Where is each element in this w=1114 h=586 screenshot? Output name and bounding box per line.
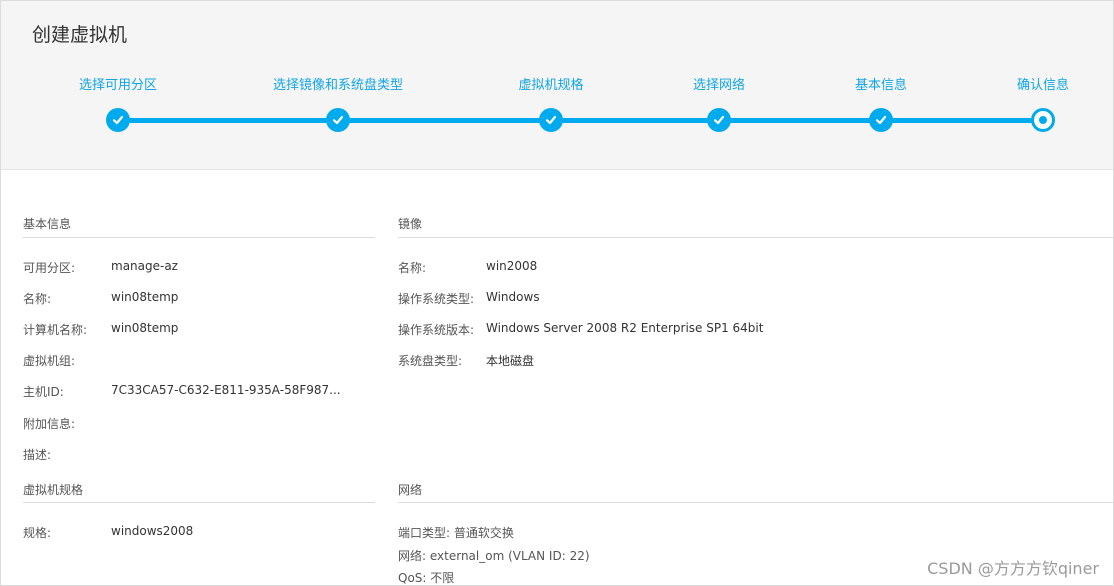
network-qos: QoS: 不限: [398, 571, 455, 585]
network-name: 网络: external_om (VLAN ID: 22): [398, 549, 590, 563]
step-label-az[interactable]: 选择可用分区: [79, 74, 157, 93]
field-value-az: manage-az: [111, 259, 178, 273]
field-label-disk-type: 系统盘类型:: [398, 354, 463, 368]
step-done-check-icon[interactable]: [539, 108, 563, 132]
watermark: CSDN @方方方钦qiner: [927, 559, 1099, 578]
section-heading-network: 网络: [398, 483, 423, 497]
field-label-az: 可用分区:: [23, 261, 76, 275]
field-label-description: 描述:: [23, 448, 52, 462]
section-heading-image: 镜像: [398, 217, 423, 231]
field-value-image-name: win2008: [486, 259, 538, 273]
field-label-name: 名称:: [23, 292, 52, 306]
step-label-confirm: 确认信息: [1016, 78, 1070, 93]
step-current-dot-icon: [1031, 108, 1055, 132]
step-done-check-icon[interactable]: [869, 108, 893, 132]
section-divider: [23, 237, 375, 238]
field-label-computer-name: 计算机名称:: [23, 323, 88, 337]
section-divider: [23, 502, 375, 503]
field-label-os-type: 操作系统类型:: [398, 292, 475, 306]
network-port-type: 端口类型: 普通软交换: [398, 526, 514, 540]
field-value-os-version: Windows Server 2008 R2 Enterprise SP1 64…: [486, 321, 764, 335]
step-label-spec[interactable]: 虚拟机规格: [518, 74, 583, 93]
field-value-spec: windows2008: [111, 524, 194, 538]
page-frame: 创建虚拟机 选择可用分区 选择镜像和系统盘类型 虚拟机规格 选择网络 基本信息 …: [0, 0, 1114, 586]
step-label-network[interactable]: 选择网络: [693, 74, 745, 93]
progress-track: [118, 118, 1044, 123]
page-title: 创建虚拟机: [32, 24, 128, 46]
step-label-image[interactable]: 选择镜像和系统盘类型: [273, 74, 403, 93]
field-value-disk-type: 本地磁盘: [486, 354, 535, 368]
section-heading-vm-spec: 虚拟机规格: [23, 483, 84, 497]
field-label-vm-group: 虚拟机组:: [23, 354, 76, 368]
step-label-basic[interactable]: 基本信息: [855, 74, 907, 93]
section-heading-basic-info: 基本信息: [23, 217, 72, 231]
field-value-os-type: Windows: [486, 290, 540, 304]
section-divider: [398, 502, 1113, 503]
field-label-image-name: 名称:: [398, 261, 427, 275]
current-step-dot: [1039, 116, 1047, 124]
step-done-check-icon[interactable]: [106, 108, 130, 132]
step-done-check-icon[interactable]: [707, 108, 731, 132]
field-label-host-id: 主机ID:: [23, 385, 64, 399]
field-value-host-id: 7C33CA57-C632-E811-935A-58F987...: [111, 383, 341, 397]
section-divider: [398, 237, 1113, 238]
field-value-computer-name: win08temp: [111, 321, 179, 335]
step-done-check-icon[interactable]: [326, 108, 350, 132]
field-label-spec: 规格:: [23, 526, 52, 540]
field-label-os-version: 操作系统版本:: [398, 323, 475, 337]
field-label-extra-info: 附加信息:: [23, 417, 76, 431]
field-value-name: win08temp: [111, 290, 179, 304]
wizard-header: 创建虚拟机 选择可用分区 选择镜像和系统盘类型 虚拟机规格 选择网络 基本信息 …: [1, 1, 1113, 170]
